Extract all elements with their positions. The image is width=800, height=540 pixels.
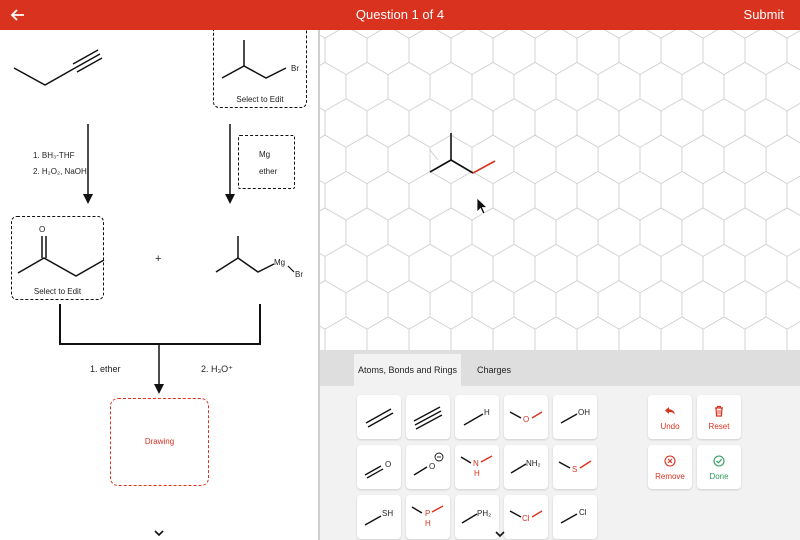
double-bond-icon bbox=[365, 408, 394, 428]
step-2-label: 2. H₃O⁺ bbox=[201, 364, 233, 374]
s-atom-tool[interactable]: S bbox=[553, 445, 597, 489]
n-label: N bbox=[473, 459, 479, 468]
o-neg-label: O bbox=[429, 462, 436, 471]
check-circle-icon bbox=[713, 455, 725, 467]
tab-atoms-bonds-rings[interactable]: Atoms, Bonds and Rings bbox=[354, 354, 461, 386]
plus-sign: + bbox=[155, 253, 162, 265]
nh-tool[interactable]: N H bbox=[455, 445, 499, 489]
cl-tool[interactable]: Cl bbox=[553, 495, 597, 539]
question-title: Question 1 of 4 bbox=[355, 7, 445, 22]
ph-tool[interactable]: P H bbox=[406, 495, 450, 539]
ph2-label: PH₂ bbox=[477, 509, 492, 518]
reagent-line-1: 1. BH₃-THF bbox=[33, 151, 75, 160]
chevron-down-icon[interactable] bbox=[493, 529, 507, 539]
reagent-box-mg: Mg ether bbox=[238, 135, 295, 189]
undo-icon bbox=[665, 407, 675, 415]
trash-icon bbox=[715, 405, 723, 417]
triple-bond-tool[interactable] bbox=[406, 395, 450, 439]
tool-panel: Atoms, Bonds and Rings Charges H O OH O … bbox=[320, 350, 800, 540]
sh-tool[interactable]: SH bbox=[357, 495, 401, 539]
o-atom-tool[interactable]: O bbox=[504, 395, 548, 439]
hex-grid bbox=[320, 30, 800, 350]
triple-bond-icon bbox=[413, 406, 443, 430]
drawing-label: Drawing bbox=[144, 437, 175, 446]
submit-button[interactable]: Submit bbox=[744, 7, 784, 22]
reset-button[interactable]: Reset bbox=[697, 395, 741, 439]
grignard-structure bbox=[215, 257, 275, 273]
carbonyl-tool[interactable]: O bbox=[357, 445, 401, 489]
ketone-select-box[interactable]: O Select to Edit bbox=[11, 216, 104, 300]
undo-label: Undo bbox=[660, 422, 680, 431]
double-bond-tool[interactable] bbox=[357, 395, 401, 439]
undo-button[interactable]: Undo bbox=[648, 395, 692, 439]
reagent-line-2: 2. H₂O₂, NaOH bbox=[33, 167, 87, 176]
remove-circle-x-icon bbox=[664, 455, 676, 467]
ketone-oxygen-label: O bbox=[39, 225, 46, 234]
h-atom-tool[interactable]: H bbox=[455, 395, 499, 439]
combine-bracket bbox=[59, 304, 261, 345]
br-label: Br bbox=[291, 64, 299, 73]
p-label: P bbox=[425, 509, 431, 518]
alkyl-bromide-select-box[interactable]: Br Select to Edit bbox=[213, 30, 307, 108]
tab-charges[interactable]: Charges bbox=[470, 354, 518, 386]
select-to-edit-label: Select to Edit bbox=[33, 287, 82, 296]
nh-h-label: H bbox=[474, 469, 480, 478]
oxide-anion-icon bbox=[413, 452, 444, 476]
done-label: Done bbox=[709, 472, 729, 481]
done-button[interactable]: Done bbox=[697, 445, 741, 489]
top-bar: Question 1 of 4 Submit bbox=[0, 0, 800, 30]
single-bond-icon bbox=[364, 515, 382, 526]
chevron-down-icon[interactable] bbox=[152, 528, 166, 538]
oh-label: OH bbox=[578, 408, 590, 417]
cl-label: Cl bbox=[579, 508, 587, 517]
grignard-mg-label: Mg bbox=[274, 258, 286, 267]
reaction-scheme: 1. BH₃-THF 2. H₂O₂, NaOH Br Select to Ed… bbox=[0, 30, 318, 540]
remove-button[interactable]: Remove bbox=[648, 445, 692, 489]
oh-tool[interactable]: OH bbox=[553, 395, 597, 439]
nh2-label: NH₂ bbox=[526, 459, 541, 468]
select-to-edit-label: Select to Edit bbox=[236, 95, 284, 104]
single-bond-icon bbox=[560, 413, 578, 424]
ph-h-label: H bbox=[425, 519, 431, 528]
o-label: O bbox=[523, 415, 530, 424]
step-1-label: 1. ether bbox=[90, 364, 121, 374]
h-label: H bbox=[484, 408, 490, 417]
sh-label: SH bbox=[382, 509, 394, 518]
reagent-ether: ether bbox=[259, 167, 278, 176]
single-bond-icon bbox=[463, 413, 484, 426]
cl-bridge-tool[interactable]: Cl bbox=[504, 495, 548, 539]
cl-red-label: Cl bbox=[522, 514, 530, 523]
s-label: S bbox=[572, 465, 578, 474]
alkyne-structure bbox=[13, 67, 76, 86]
reset-label: Reset bbox=[708, 422, 730, 431]
o-label: O bbox=[385, 460, 392, 469]
carbonyl-icon bbox=[364, 465, 384, 479]
reagent-mg: Mg bbox=[259, 150, 271, 159]
drawing-canvas[interactable] bbox=[320, 30, 800, 350]
tool-tabs: Atoms, Bonds and Rings Charges bbox=[320, 350, 800, 386]
grignard-br-label: Br bbox=[295, 270, 303, 279]
remove-label: Remove bbox=[655, 472, 685, 481]
drawing-answer-box[interactable]: Drawing bbox=[110, 398, 209, 486]
single-bond-icon bbox=[560, 513, 578, 524]
nh2-tool[interactable]: NH₂ bbox=[504, 445, 548, 489]
oxide-anion-tool[interactable]: O bbox=[406, 445, 450, 489]
